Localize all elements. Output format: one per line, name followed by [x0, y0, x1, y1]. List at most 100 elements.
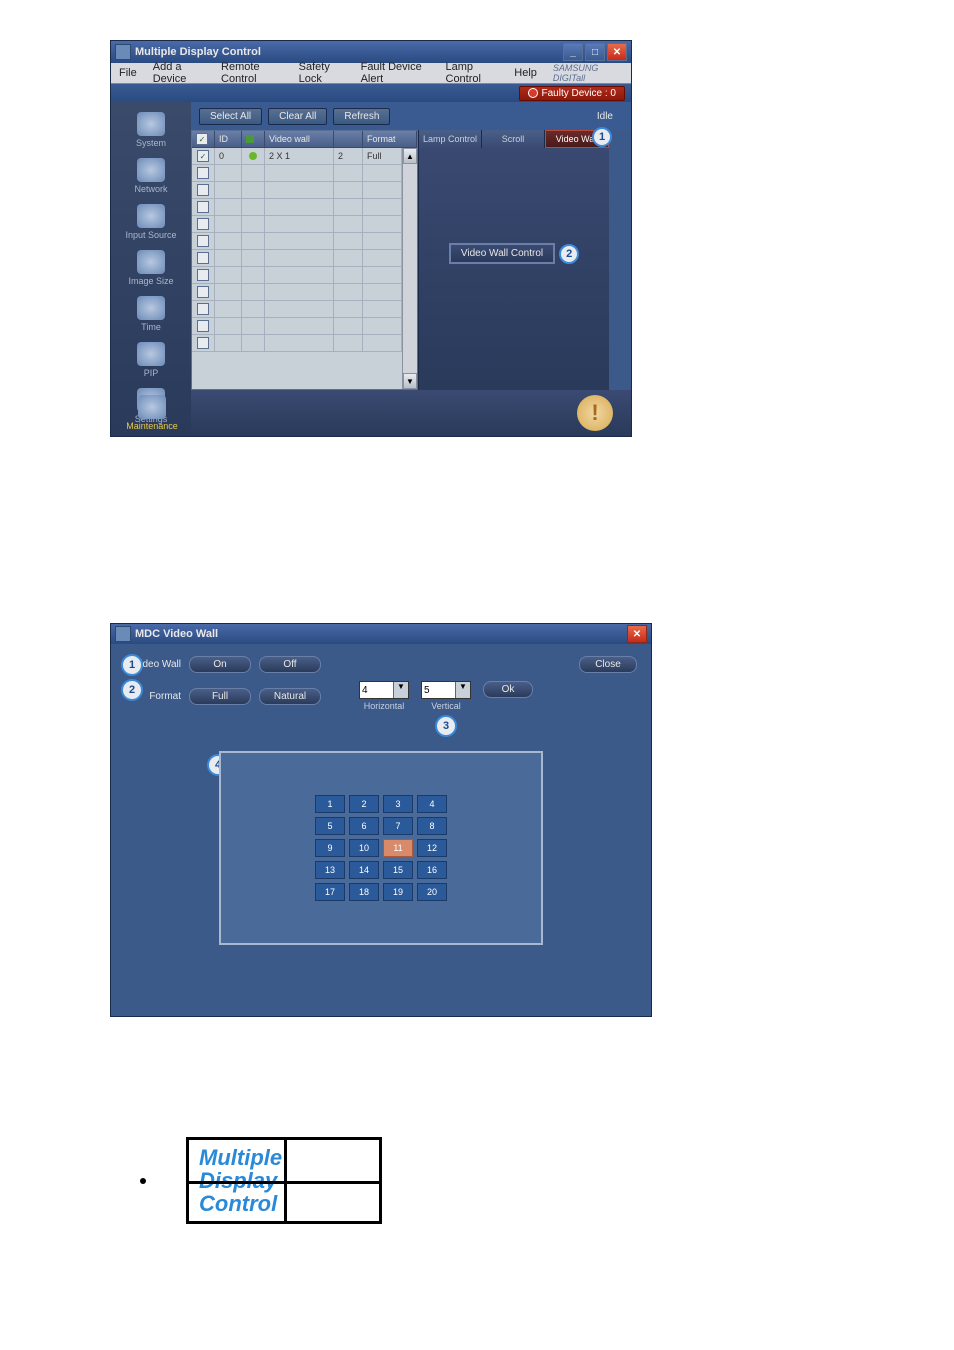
matrix-cell[interactable]: 8	[417, 817, 447, 835]
matrix-cell[interactable]: 18	[349, 883, 379, 901]
menu-remote-control[interactable]: Remote Control	[213, 61, 291, 85]
app-icon	[115, 44, 131, 60]
format-natural-button[interactable]: Natural	[259, 688, 321, 705]
table-row[interactable]	[192, 335, 402, 352]
col-check[interactable]: ✓	[192, 131, 215, 147]
table-row[interactable]	[192, 318, 402, 335]
refresh-button[interactable]: Refresh	[333, 108, 390, 125]
grid-rows: ✓ 0 2 X 1 2 Full	[192, 148, 402, 389]
row-checkbox[interactable]	[197, 269, 209, 281]
clear-all-button[interactable]: Clear All	[268, 108, 327, 125]
video-wall-control-button[interactable]: Video Wall Control	[449, 243, 555, 264]
row-checkbox[interactable]	[197, 303, 209, 315]
input-source-icon	[137, 204, 165, 228]
scroll-down-icon[interactable]: ▼	[403, 373, 417, 389]
matrix-cell[interactable]: 9	[315, 839, 345, 857]
menu-lamp-control[interactable]: Lamp Control	[438, 61, 507, 85]
cell-div: 2	[334, 148, 363, 164]
format-full-button[interactable]: Full	[189, 688, 251, 705]
row-checkbox[interactable]: ✓	[197, 150, 209, 162]
maintenance-icon	[138, 395, 166, 419]
tab-video-wall[interactable]: Video Wall 1	[545, 130, 609, 148]
row-checkbox[interactable]	[197, 337, 209, 349]
sidebar-item-input-source[interactable]: Input Source	[111, 200, 191, 246]
status-bar: Faulty Device : 0	[111, 84, 631, 102]
menu-safety-lock[interactable]: Safety Lock	[291, 61, 353, 85]
col-status[interactable]	[242, 131, 265, 147]
table-row[interactable]	[192, 284, 402, 301]
video-wall-matrix: 1234567891011121314151617181920	[315, 795, 447, 901]
table-row[interactable]	[192, 301, 402, 318]
sidebar-item-time[interactable]: Time	[111, 292, 191, 338]
callout-2: 2	[121, 679, 143, 701]
sidebar-item-image-size[interactable]: Image Size	[111, 246, 191, 292]
matrix-cell[interactable]: 5	[315, 817, 345, 835]
select-all-button[interactable]: Select All	[199, 108, 262, 125]
maximize-button[interactable]: □	[585, 43, 605, 61]
tab-scroll[interactable]: Scroll	[482, 130, 545, 148]
matrix-cell[interactable]: 15	[383, 861, 413, 879]
matrix-cell[interactable]: 1	[315, 795, 345, 813]
close-button[interactable]: ✕	[607, 43, 627, 61]
col-divider	[334, 131, 363, 147]
table-row[interactable]	[192, 216, 402, 233]
table-row[interactable]	[192, 165, 402, 182]
footer: !	[191, 390, 631, 436]
menu-help[interactable]: Help	[506, 67, 545, 79]
close-button[interactable]: ✕	[627, 625, 647, 643]
sidebar-item-system[interactable]: System	[111, 108, 191, 154]
matrix-cell[interactable]: 3	[383, 795, 413, 813]
matrix-cell[interactable]: 12	[417, 839, 447, 857]
matrix-cell[interactable]: 14	[349, 861, 379, 879]
matrix-cell[interactable]: 4	[417, 795, 447, 813]
sidebar-item-maintenance[interactable]: Maintenance	[112, 391, 192, 437]
dropdown-arrow-icon[interactable]: ▼	[393, 682, 408, 698]
table-row[interactable]	[192, 233, 402, 250]
matrix-cell[interactable]: 20	[417, 883, 447, 901]
table-row[interactable]	[192, 250, 402, 267]
vertical-select[interactable]: 5 ▼	[421, 681, 471, 699]
row-checkbox[interactable]	[197, 252, 209, 264]
grid-scrollbar[interactable]: ▲ ▼	[402, 148, 417, 389]
table-row[interactable]	[192, 267, 402, 284]
matrix-cell[interactable]: 2	[349, 795, 379, 813]
video-wall-dialog: MDC Video Wall ✕ 1 Video Wall On Off Clo…	[110, 623, 652, 1017]
table-row[interactable]	[192, 182, 402, 199]
matrix-cell[interactable]: 11	[383, 839, 413, 857]
scroll-up-icon[interactable]: ▲	[403, 148, 417, 164]
row-checkbox[interactable]	[197, 218, 209, 230]
close-dialog-button[interactable]: Close	[579, 656, 637, 673]
time-icon	[137, 296, 165, 320]
matrix-cell[interactable]: 17	[315, 883, 345, 901]
menu-file[interactable]: File	[111, 67, 145, 79]
matrix-cell[interactable]: 7	[383, 817, 413, 835]
minimize-button[interactable]: _	[563, 43, 583, 61]
sidebar-item-pip[interactable]: PIP	[111, 338, 191, 384]
videowall-off-button[interactable]: Off	[259, 656, 321, 673]
tab-lamp-control[interactable]: Lamp Control	[419, 130, 482, 148]
dropdown-arrow-icon[interactable]: ▼	[455, 682, 470, 698]
matrix-cell[interactable]: 10	[349, 839, 379, 857]
menu-fault-alert[interactable]: Fault Device Alert	[353, 61, 438, 85]
sidebar-item-network[interactable]: Network	[111, 154, 191, 200]
row-checkbox[interactable]	[197, 201, 209, 213]
sidebar: System Network Input Source Image Size T…	[111, 102, 191, 436]
horizontal-select[interactable]: 4 ▼	[359, 681, 409, 699]
table-row[interactable]: ✓ 0 2 X 1 2 Full	[192, 148, 402, 165]
row-checkbox[interactable]	[197, 167, 209, 179]
matrix-cell[interactable]: 19	[383, 883, 413, 901]
row-checkbox[interactable]	[197, 235, 209, 247]
ok-button[interactable]: Ok	[483, 681, 533, 698]
menu-add-device[interactable]: Add a Device	[145, 61, 213, 85]
row-checkbox[interactable]	[197, 320, 209, 332]
matrix-cell[interactable]: 13	[315, 861, 345, 879]
row-checkbox[interactable]	[197, 286, 209, 298]
table-row[interactable]	[192, 199, 402, 216]
col-format[interactable]: Format	[363, 131, 417, 147]
matrix-cell[interactable]: 16	[417, 861, 447, 879]
col-id[interactable]: ID	[215, 131, 242, 147]
matrix-cell[interactable]: 6	[349, 817, 379, 835]
videowall-on-button[interactable]: On	[189, 656, 251, 673]
row-checkbox[interactable]	[197, 184, 209, 196]
col-videowall[interactable]: Video wall	[265, 131, 334, 147]
